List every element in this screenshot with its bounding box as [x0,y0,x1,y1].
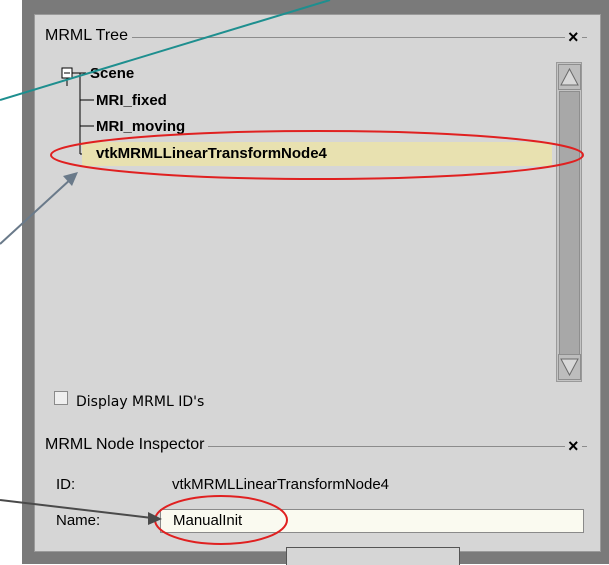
name-label: Name: [56,512,101,529]
triangle-down-icon [560,358,579,377]
display-mrml-ids-checkbox[interactable] [54,391,68,405]
display-mrml-ids-label: Display MRML ID's [76,394,205,410]
tree-item-mri-moving[interactable]: MRI_moving [96,118,185,135]
mrml-node-inspector-close-icon[interactable]: × [565,437,582,455]
mrml-tree-close-icon[interactable]: × [565,28,582,46]
scroll-up-button[interactable] [558,64,581,90]
name-input[interactable] [160,509,584,533]
bottom-button[interactable] [286,547,460,565]
tree-scrollbar[interactable] [556,62,582,382]
tree-item-mri-fixed[interactable]: MRI_fixed [96,92,167,109]
mrml-tree-title: MRML Tree [41,27,132,45]
scroll-thumb[interactable] [559,91,580,355]
id-value: vtkMRMLLinearTransformNode4 [172,476,390,493]
id-label: ID: [56,476,76,493]
tree-item-scene[interactable]: Scene [90,65,134,82]
triangle-up-icon [560,67,579,86]
scroll-down-button[interactable] [558,354,581,380]
tree-item-vtkmrmllineartransformnode4[interactable]: vtkMRMLLinearTransformNode4 [96,145,327,162]
mrml-node-inspector-title: MRML Node Inspector [41,436,209,454]
